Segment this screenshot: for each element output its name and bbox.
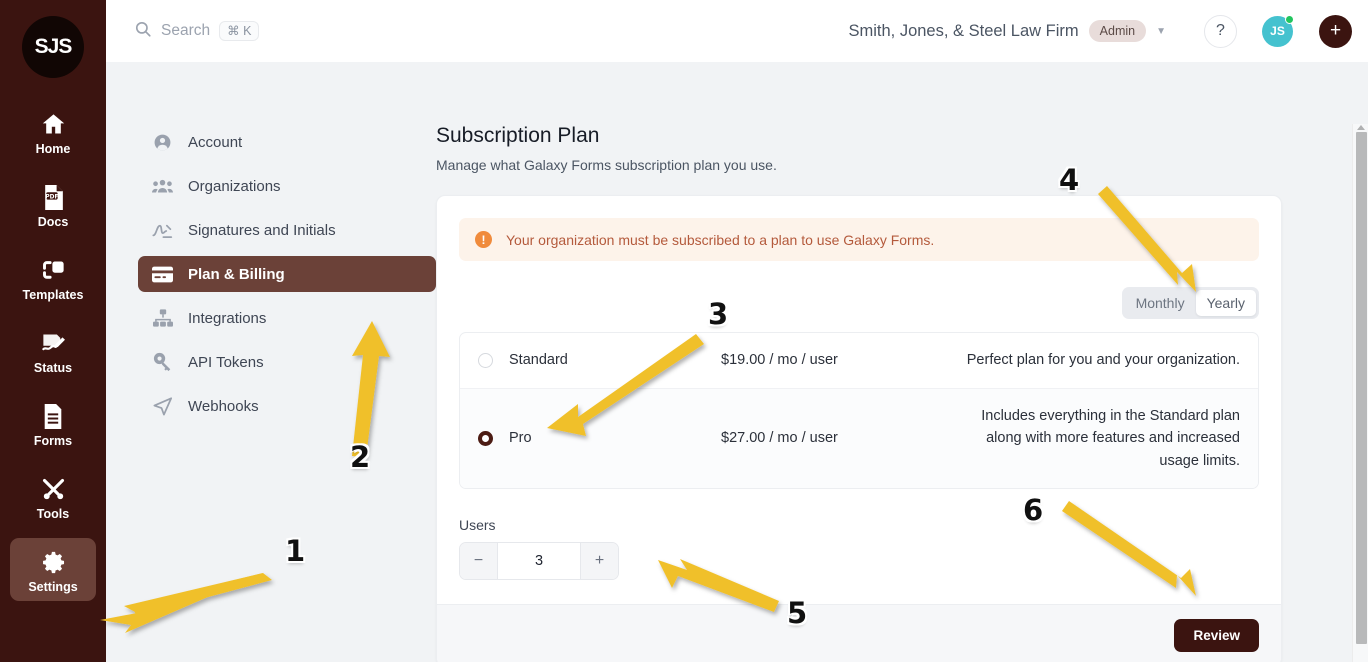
plan-price: $27.00 / mo / user	[721, 430, 838, 447]
rail-item-label: Settings	[28, 580, 78, 594]
rail-item-label: Forms	[33, 434, 73, 448]
sidebar-item-api-tokens[interactable]: API Tokens	[138, 344, 436, 380]
rail-item-label: Home	[35, 142, 71, 156]
home-icon	[40, 109, 67, 139]
standard-plan-radio[interactable]	[478, 352, 493, 368]
page-title: Subscription Plan	[436, 124, 600, 147]
rail-item-templates[interactable]: Templates	[10, 246, 96, 309]
app-root: SJS Home PDF Docs Templates Status Forms…	[0, 0, 1368, 662]
chevron-down-icon[interactable]: ▼	[1156, 26, 1166, 37]
subscription-alert: ! Your organization must be subscribed t…	[459, 218, 1259, 261]
subscription-card: ! Your organization must be subscribed t…	[436, 195, 1282, 662]
gear-icon	[40, 547, 67, 577]
rail-item-docs[interactable]: PDF Docs	[10, 173, 96, 236]
sitemap-icon	[152, 308, 173, 328]
key-icon	[152, 352, 173, 372]
sidebar-item-plan-and-billing[interactable]: Plan & Billing	[138, 256, 436, 292]
plan-name: Standard	[509, 352, 568, 369]
rail-item-label: Status	[33, 361, 73, 375]
rail-item-forms[interactable]: Forms	[10, 392, 96, 455]
avatar[interactable]: JS	[1262, 14, 1294, 47]
tools-wrench-screwdriver-icon	[40, 474, 67, 504]
sidebar-item-account[interactable]: Account	[138, 124, 436, 160]
sidebar-item-label: Signatures and Initials	[188, 221, 336, 239]
vertical-scrollbar[interactable]	[1352, 124, 1368, 662]
sidebar-item-label: API Tokens	[188, 353, 264, 371]
svg-text:PDF: PDF	[45, 194, 58, 200]
exclamation-circle-icon: !	[475, 231, 492, 248]
form-lines-icon	[41, 401, 65, 431]
sidebar-item-label: Account	[188, 133, 243, 151]
primary-nav-rail: SJS Home PDF Docs Templates Status Forms…	[0, 0, 106, 662]
plan-name: Pro	[509, 430, 532, 447]
rail-item-status[interactable]: Status	[10, 319, 96, 382]
billing-cycle-toggle[interactable]: Monthly Yearly	[1121, 287, 1259, 320]
users-label: Users	[459, 517, 496, 534]
scroll-up-arrow-icon[interactable]	[1357, 125, 1365, 130]
sidebar-item-label: Organizations	[188, 177, 281, 195]
alert-text: Your organization must be subscribed to …	[506, 231, 935, 248]
scrollbar-thumb[interactable]	[1356, 132, 1367, 644]
sidebar-item-signatures-and-initials[interactable]: Signatures and Initials	[138, 212, 436, 248]
users-value[interactable]: 3	[497, 543, 581, 580]
users-decrement-button[interactable]: −	[460, 543, 497, 580]
settings-content: Account Organizations Signatures and Ini…	[106, 62, 1368, 662]
sidebar-item-integrations[interactable]: Integrations	[138, 300, 436, 336]
templates-copy-icon	[40, 255, 67, 285]
plan-list: Standard $19.00 / mo / user Perfect plan…	[459, 332, 1259, 490]
avatar-initials: JS	[1270, 24, 1285, 38]
page-subtitle: Manage what Galaxy Forms subscription pl…	[436, 157, 777, 173]
rail-item-home[interactable]: Home	[10, 100, 96, 163]
share-nodes-icon	[152, 396, 173, 416]
search-placeholder: Search	[161, 22, 211, 39]
search-input[interactable]: Search ⌘ K	[134, 20, 260, 43]
online-status-dot	[1285, 14, 1294, 24]
rail-item-tools[interactable]: Tools	[10, 465, 96, 528]
subscription-card-body: ! Your organization must be subscribed t…	[437, 196, 1281, 604]
plan-row-pro[interactable]: Pro $27.00 / mo / user Includes everythi…	[460, 388, 1258, 489]
plan-row-standard[interactable]: Standard $19.00 / mo / user Perfect plan…	[460, 333, 1258, 389]
plan-description: Includes everything in the Standard plan…	[981, 407, 1240, 469]
billing-cycle-option-monthly[interactable]: Monthly	[1125, 290, 1196, 316]
rail-item-settings[interactable]: Settings	[10, 538, 96, 601]
role-badge: Admin	[1088, 20, 1147, 42]
create-new-button[interactable]: +	[1319, 14, 1352, 48]
search-icon	[134, 20, 152, 43]
main-column: Subscription Plan Manage what Galaxy For…	[436, 124, 1368, 662]
top-bar: Search ⌘ K Smith, Jones, & Steel Law Fir…	[106, 0, 1368, 62]
rail-item-label: Docs	[37, 215, 69, 229]
page-body: Account Organizations Signatures and Ini…	[106, 62, 1368, 662]
billing-cycle-row: Monthly Yearly	[459, 287, 1259, 320]
signature-icon	[152, 221, 173, 240]
rail-item-label: Tools	[36, 507, 70, 521]
settings-nav: Account Organizations Signatures and Ini…	[106, 124, 436, 662]
rail-item-label: Templates	[22, 288, 84, 302]
billing-cycle-option-yearly[interactable]: Yearly	[1195, 290, 1256, 317]
sidebar-item-organizations[interactable]: Organizations	[138, 168, 436, 204]
people-group-icon	[152, 177, 173, 196]
sidebar-item-webhooks[interactable]: Webhooks	[138, 388, 436, 424]
app-logo[interactable]: SJS	[22, 16, 84, 78]
sidebar-item-label: Plan & Billing	[188, 265, 285, 283]
search-shortcut-badge: ⌘ K	[219, 20, 260, 42]
pdf-document-icon: PDF	[41, 182, 66, 212]
plan-description: Perfect plan for you and your organizati…	[966, 352, 1240, 369]
help-button[interactable]: ?	[1204, 14, 1237, 48]
signature-status-icon	[40, 328, 67, 358]
review-button[interactable]: Review	[1174, 619, 1259, 653]
plan-price: $19.00 / mo / user	[721, 352, 838, 369]
users-increment-button[interactable]: +	[581, 543, 618, 580]
organization-name: Smith, Jones, & Steel Law Firm	[848, 21, 1079, 40]
right-panel: Search ⌘ K Smith, Jones, & Steel Law Fir…	[106, 0, 1368, 662]
credit-card-icon	[152, 266, 173, 283]
subscription-card-footer: Review	[437, 604, 1281, 662]
user-circle-icon	[152, 133, 173, 152]
quantity-stepper: − 3 +	[459, 542, 619, 581]
sidebar-item-label: Integrations	[188, 309, 267, 327]
sidebar-item-label: Webhooks	[188, 397, 259, 415]
pro-plan-radio[interactable]	[478, 430, 493, 446]
